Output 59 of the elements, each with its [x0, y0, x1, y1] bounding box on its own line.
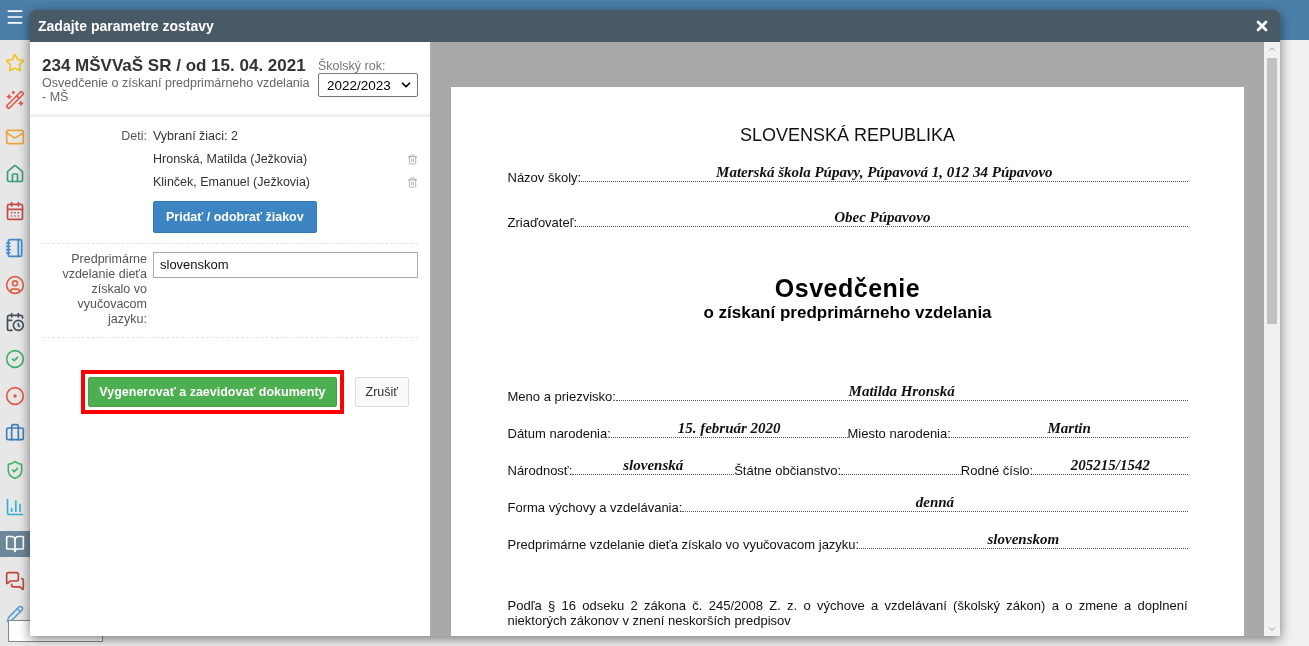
field-value-line: denná [682, 494, 1188, 512]
field-label: Forma výchovy a vzdelávania: [507, 500, 683, 515]
field-value-line: 15. február 2020 [610, 420, 848, 438]
legal-note: Podľa § 16 odseku 2 zákona č. 245/2008 Z. z. o výchove a vzdelávaní (školský zákon) a o zmene a doplnení niektorých zákonov v znení neskorších predpisov [507, 598, 1188, 628]
field-value-line: Martin [950, 420, 1188, 438]
children-label: Deti: [120, 129, 147, 145]
briefcase-icon [5, 423, 25, 443]
home-icon [5, 164, 25, 184]
scroll-up-icon[interactable] [1267, 44, 1277, 54]
field-value-line: 205215/1542 [1033, 457, 1188, 475]
field-value-line: Matilda Hronská [615, 383, 1188, 401]
selected-count: Vybraní žiaci: 2 [153, 129, 239, 143]
field-label: Štátne občianstvo: [734, 463, 842, 478]
pupil-name: Hronská, Matilda (Ježkovia) [153, 152, 308, 166]
close-icon[interactable] [1254, 18, 1270, 34]
dialog-title: Zadajte parametre zostavy [38, 18, 214, 34]
field-value-line: Obec Púpavovo [577, 209, 1188, 227]
add-remove-pupils-button[interactable]: Pridať / odobrať žiakov [153, 201, 317, 233]
field-value-line: Materská škola Púpavy, Púpavová 1, 012 34 Púpavovo [581, 164, 1188, 182]
pupil-name: Klinček, Emanuel (Ježkovia) [153, 175, 310, 189]
envelope-icon [5, 127, 25, 147]
shield-check-icon [5, 460, 25, 480]
trash-icon[interactable] [407, 176, 418, 188]
calendar-clock-icon [5, 312, 25, 332]
field-label: Národnosť: [507, 463, 573, 478]
school-year-label: Školský rok: [318, 59, 387, 73]
book-icon [5, 534, 25, 554]
field-label: Predprimárne vzdelanie dieťa získalo vo vyučovacom jazyku: [507, 537, 860, 552]
star-icon [5, 53, 25, 73]
document-title: Osvedčenie [773, 274, 922, 303]
language-label: Predprimárne vzdelanie dieťa získalo vo vyučovacom jazyku: [61, 252, 147, 327]
magic-wand-icon [5, 90, 25, 110]
pencil-icon[interactable] [6, 605, 24, 623]
field-label: Miesto narodenia: [847, 426, 951, 441]
bar-chart-icon [5, 497, 25, 517]
scrollbar[interactable] [1264, 42, 1280, 636]
document-subtitle: o získaní predprimárneho vzdelania [702, 303, 993, 323]
person-icon [5, 275, 25, 295]
trash-icon[interactable] [407, 153, 418, 165]
calendar-icon [5, 201, 25, 221]
language-input[interactable]: slovenskom [153, 252, 418, 278]
school-year-select[interactable]: 2022/2023 [318, 73, 418, 97]
report-title: 234 MŠVVaŠ SR / od 15. 04. 2021 [42, 56, 307, 76]
check-circle-icon [5, 349, 25, 369]
circle-icon [5, 386, 25, 406]
notebook-icon [5, 238, 25, 258]
field-label: Meno a priezvisko: [507, 389, 616, 404]
sidebar-item[interactable] [0, 531, 30, 557]
field-label: Dátum narodenia: [507, 426, 611, 441]
field-label: Názov školy: [507, 170, 582, 185]
field-label: Zriaďovateľ: [507, 215, 578, 230]
field-label: Rodné číslo: [960, 463, 1034, 478]
cancel-button[interactable]: Zrušiť [354, 377, 409, 407]
scroll-down-icon[interactable] [1267, 624, 1277, 634]
chat-icon [5, 571, 25, 591]
country-heading: SLOVENSKÁ REPUBLIKA [738, 125, 957, 146]
field-value-line: slovenskom [859, 531, 1188, 549]
report-subtitle: Osvedčenie o získaní predprimárneho vzdelania - MŠ [42, 76, 311, 104]
field-value-line: slovenská [572, 457, 735, 475]
